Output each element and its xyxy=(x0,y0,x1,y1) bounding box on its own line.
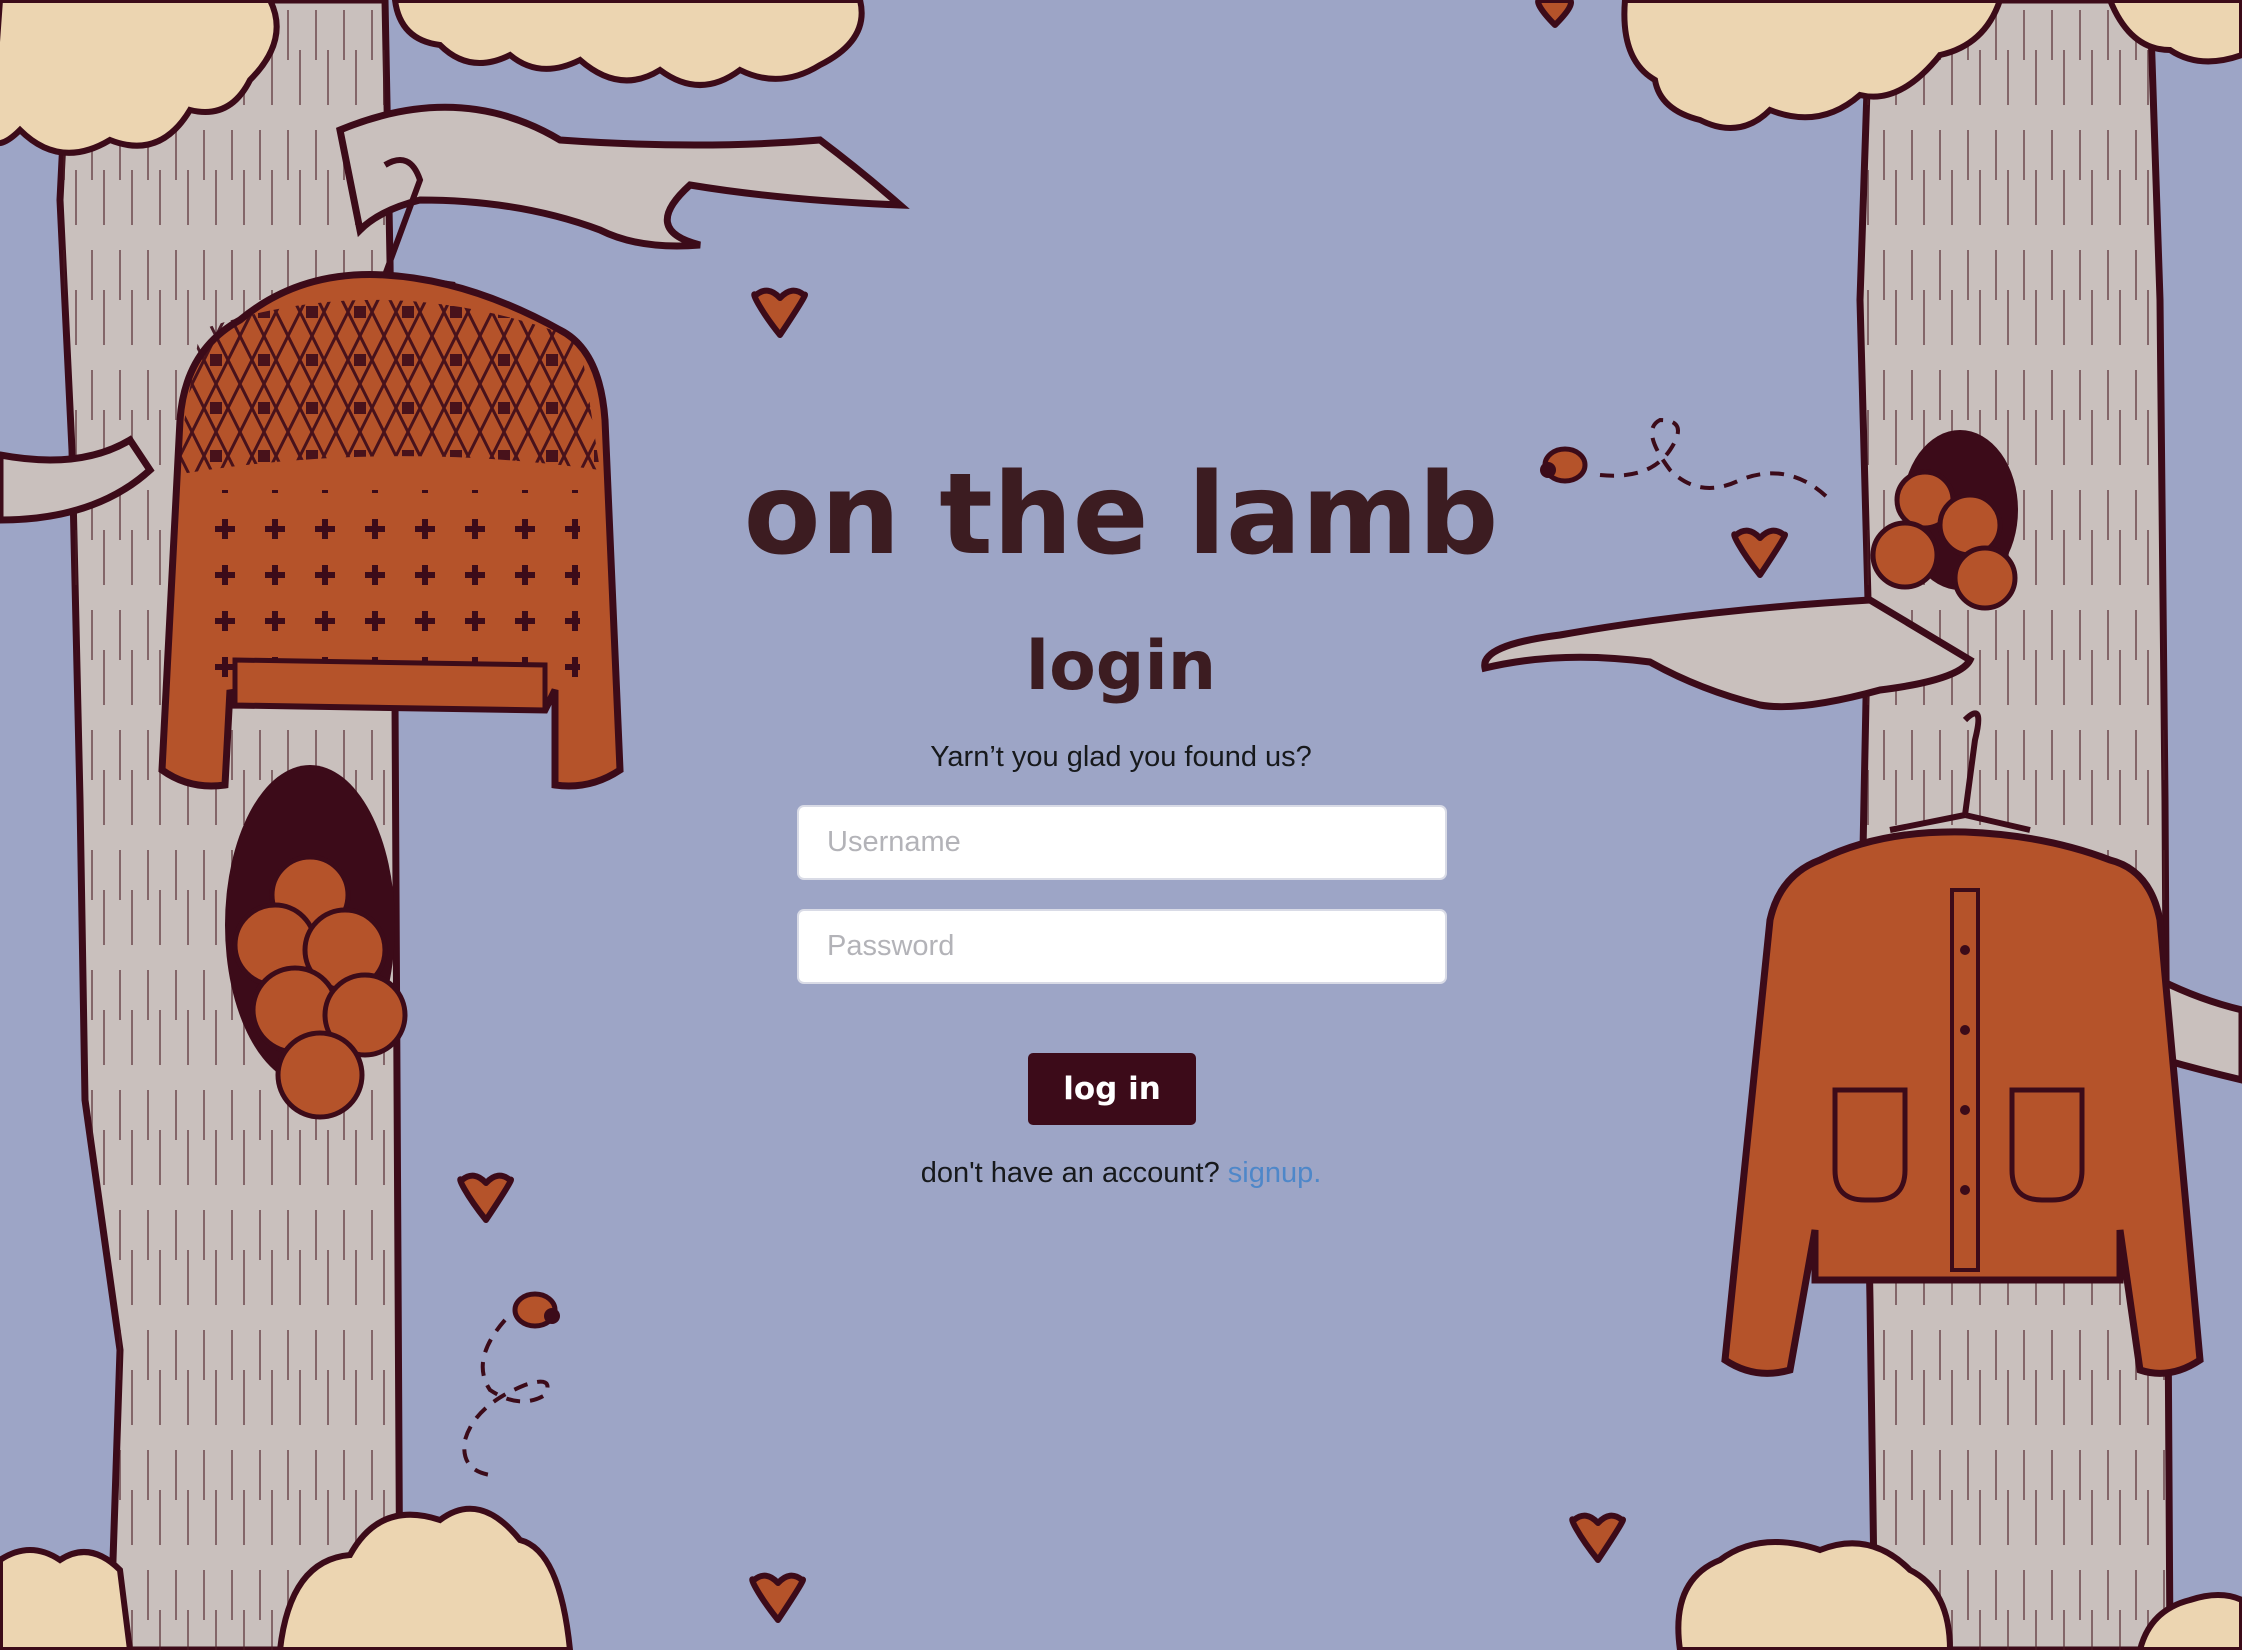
brand-title: on the lamb xyxy=(743,450,1499,580)
signup-link[interactable]: signup. xyxy=(1228,1157,1322,1189)
page-title: login xyxy=(1025,627,1217,706)
signup-prompt: don't have an account? xyxy=(920,1157,1220,1189)
username-field[interactable] xyxy=(797,805,1447,880)
tagline: Yarn’t you glad you found us? xyxy=(930,741,1312,773)
signup-prompt-line: don't have an account? signup. xyxy=(0,1155,2242,1191)
password-field[interactable] xyxy=(797,909,1447,984)
login-button[interactable]: log in xyxy=(1028,1053,1196,1125)
login-panel: on the lamb login Yarn’t you glad you fo… xyxy=(0,0,2242,1650)
